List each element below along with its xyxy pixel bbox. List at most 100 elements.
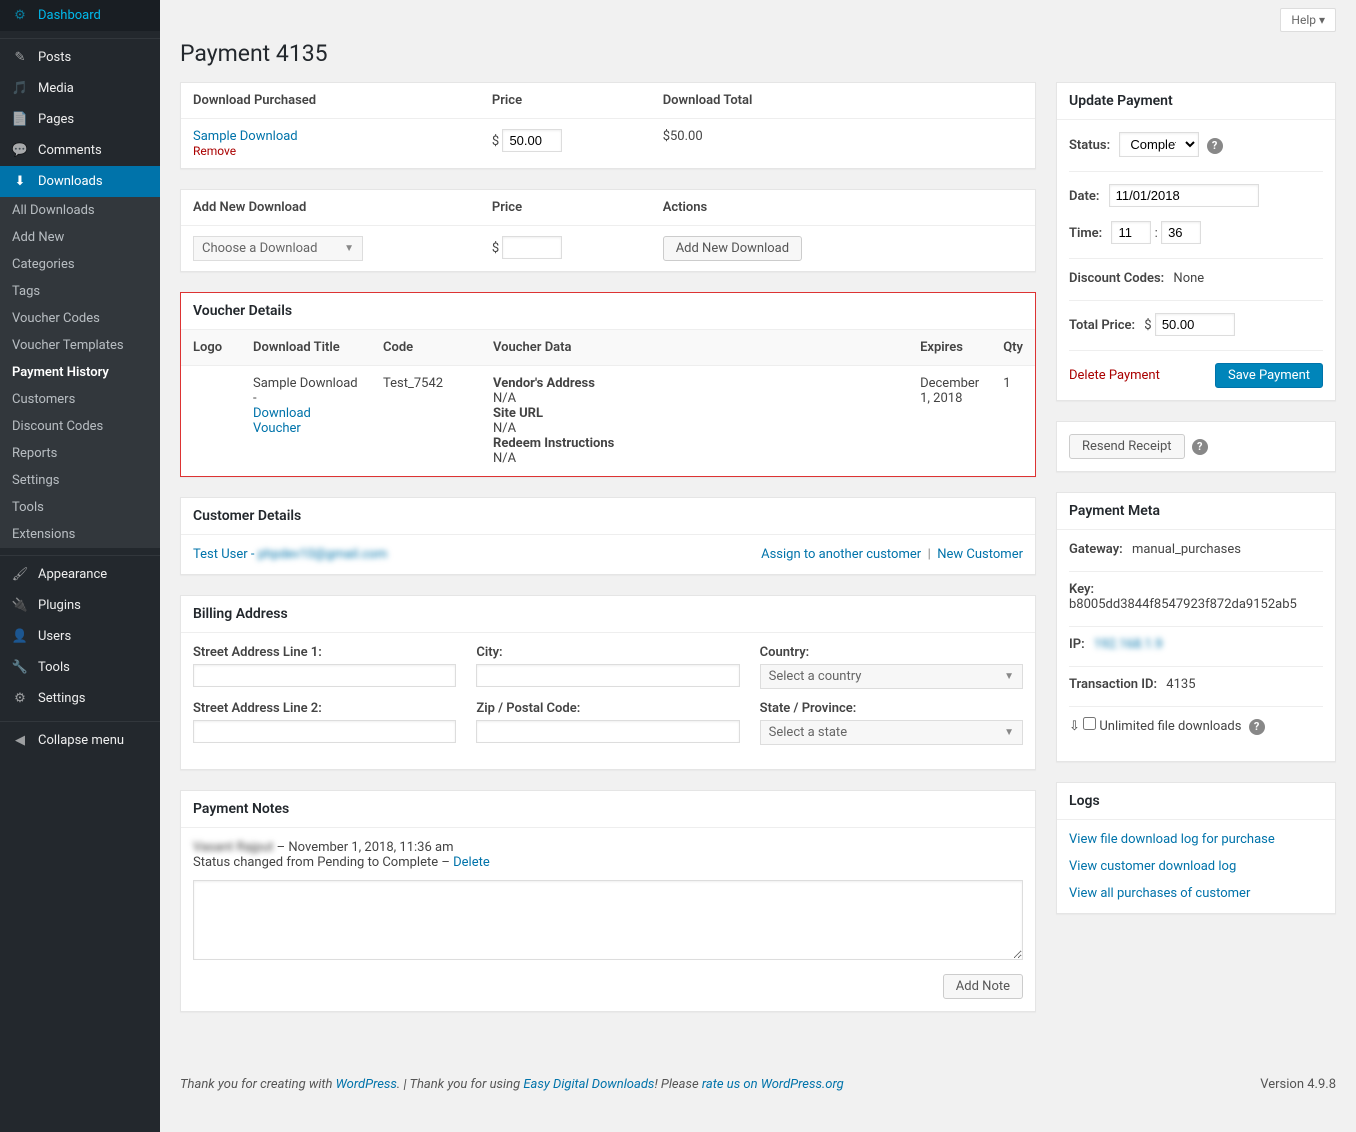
col-qty: Qty: [991, 330, 1035, 366]
save-payment-button[interactable]: Save Payment: [1215, 363, 1323, 388]
log-purchases-link[interactable]: View all purchases of customer: [1069, 886, 1250, 901]
time-label: Time:: [1069, 226, 1102, 241]
country-select[interactable]: Select a country▼: [760, 664, 1023, 689]
currency-symbol: $: [492, 134, 499, 149]
col-price: Price: [480, 83, 651, 119]
col-voucher-data: Voucher Data: [481, 330, 908, 366]
unlimited-checkbox[interactable]: [1083, 717, 1096, 730]
submenu-tools[interactable]: Tools: [0, 494, 160, 521]
notes-textarea[interactable]: [193, 880, 1023, 960]
new-customer-link[interactable]: New Customer: [937, 547, 1023, 562]
nav-posts[interactable]: ✎Posts: [0, 42, 160, 73]
nav-appearance[interactable]: 🖌Appearance: [0, 559, 160, 590]
nav-settings[interactable]: ⚙Settings: [0, 683, 160, 714]
payment-meta-box: Payment Meta Gateway: manual_purchases K…: [1056, 492, 1336, 762]
edd-link[interactable]: Easy Digital Downloads: [523, 1077, 654, 1092]
payment-notes-box: Payment Notes Vasant Rajput – November 1…: [180, 790, 1036, 1012]
date-label: Date:: [1069, 189, 1099, 204]
ip-label: IP:: [1069, 637, 1085, 652]
currency-symbol: $: [1144, 318, 1151, 333]
voucher-code: Test_7542: [371, 366, 481, 477]
add-new-download-button[interactable]: Add New Download: [663, 236, 802, 261]
submenu-settings[interactable]: Settings: [0, 467, 160, 494]
collapse-menu[interactable]: ◀Collapse menu: [0, 725, 160, 756]
comments-icon: 💬: [10, 143, 30, 158]
nav-downloads[interactable]: ⬇Downloads: [0, 166, 160, 197]
customer-name-link[interactable]: Test User -: [193, 547, 258, 562]
nav-dashboard[interactable]: ⚙Dashboard: [0, 0, 160, 31]
choose-download-select[interactable]: Choose a Download▼: [193, 236, 363, 261]
submenu-voucher-templates[interactable]: Voucher Templates: [0, 332, 160, 359]
currency-symbol: $: [492, 241, 499, 256]
nav-media[interactable]: 🎵Media: [0, 73, 160, 104]
downloads-icon: ⬇: [10, 174, 30, 189]
street2-input[interactable]: [193, 720, 456, 743]
help-tab[interactable]: Help ▾: [1280, 8, 1336, 32]
dashboard-icon: ⚙: [10, 8, 30, 23]
delete-payment-link[interactable]: Delete Payment: [1069, 368, 1160, 383]
city-input[interactable]: [476, 664, 739, 687]
col-code: Code: [371, 330, 481, 366]
ip-value[interactable]: 192.168.1.9: [1094, 637, 1163, 652]
chevron-down-icon: ▼: [1004, 671, 1014, 682]
wordpress-link[interactable]: WordPress: [336, 1077, 397, 1092]
update-payment-title: Update Payment: [1069, 93, 1323, 109]
download-voucher-link[interactable]: Download Voucher: [253, 406, 311, 436]
submenu-discount-codes[interactable]: Discount Codes: [0, 413, 160, 440]
delete-note-link[interactable]: Delete: [453, 855, 490, 870]
site-url-value: N/A: [493, 421, 516, 436]
wp-version: Version 4.9.8: [1260, 1077, 1336, 1092]
remove-item-link[interactable]: Remove: [193, 144, 468, 158]
submenu-tags[interactable]: Tags: [0, 278, 160, 305]
nav-users[interactable]: 👤Users: [0, 621, 160, 652]
rate-link[interactable]: rate us on WordPress.org: [702, 1077, 844, 1092]
help-icon[interactable]: ?: [1207, 138, 1223, 154]
pages-icon: 📄: [10, 112, 30, 127]
submenu-categories[interactable]: Categories: [0, 251, 160, 278]
new-price-input[interactable]: [502, 236, 562, 259]
time-hour-input[interactable]: [1111, 221, 1151, 244]
submenu-add-new[interactable]: Add New: [0, 224, 160, 251]
unlimited-label: Unlimited file downloads: [1099, 719, 1241, 734]
total-price-input[interactable]: [1155, 313, 1235, 336]
submenu-reports[interactable]: Reports: [0, 440, 160, 467]
submenu-payment-history[interactable]: Payment History: [0, 359, 160, 386]
nav-plugins[interactable]: 🔌Plugins: [0, 590, 160, 621]
logs-title: Logs: [1069, 793, 1323, 809]
col-actions: Actions: [651, 190, 1035, 226]
page-title: Payment 4135: [180, 40, 1336, 67]
assign-customer-link[interactable]: Assign to another customer: [761, 547, 921, 562]
time-min-input[interactable]: [1161, 221, 1201, 244]
posts-icon: ✎: [10, 50, 30, 65]
nav-tools[interactable]: 🔧Tools: [0, 652, 160, 683]
help-icon[interactable]: ?: [1192, 439, 1208, 455]
vendor-address-label: Vendor's Address: [493, 376, 595, 391]
submenu-all-downloads[interactable]: All Downloads: [0, 197, 160, 224]
date-input[interactable]: [1109, 184, 1259, 207]
settings-icon: ⚙: [10, 691, 30, 706]
status-select[interactable]: Complete: [1119, 132, 1199, 157]
state-select[interactable]: Select a state▼: [760, 720, 1023, 745]
resend-receipt-button[interactable]: Resend Receipt: [1069, 434, 1185, 459]
logs-box: Logs View file download log for purchase…: [1056, 782, 1336, 914]
log-download-link[interactable]: View file download log for purchase: [1069, 832, 1275, 847]
street1-input[interactable]: [193, 664, 456, 687]
nav-comments[interactable]: 💬Comments: [0, 135, 160, 166]
nav-pages[interactable]: 📄Pages: [0, 104, 160, 135]
customer-email: phpdev10@gmail.com: [258, 547, 388, 562]
submenu-customers[interactable]: Customers: [0, 386, 160, 413]
street2-label: Street Address Line 2:: [193, 701, 456, 716]
download-total: $50.00: [651, 119, 1035, 169]
discount-codes-label: Discount Codes:: [1069, 271, 1164, 286]
col-add-price: Price: [480, 190, 651, 226]
price-input[interactable]: [502, 129, 562, 152]
state-label: State / Province:: [760, 701, 1023, 716]
vendor-address-value: N/A: [493, 391, 516, 406]
submenu-extensions[interactable]: Extensions: [0, 521, 160, 548]
zip-input[interactable]: [476, 720, 739, 743]
log-customer-link[interactable]: View customer download log: [1069, 859, 1236, 874]
add-note-button[interactable]: Add Note: [943, 974, 1023, 999]
purchased-item-link[interactable]: Sample Download: [193, 129, 468, 144]
help-icon[interactable]: ?: [1249, 719, 1265, 735]
submenu-voucher-codes[interactable]: Voucher Codes: [0, 305, 160, 332]
